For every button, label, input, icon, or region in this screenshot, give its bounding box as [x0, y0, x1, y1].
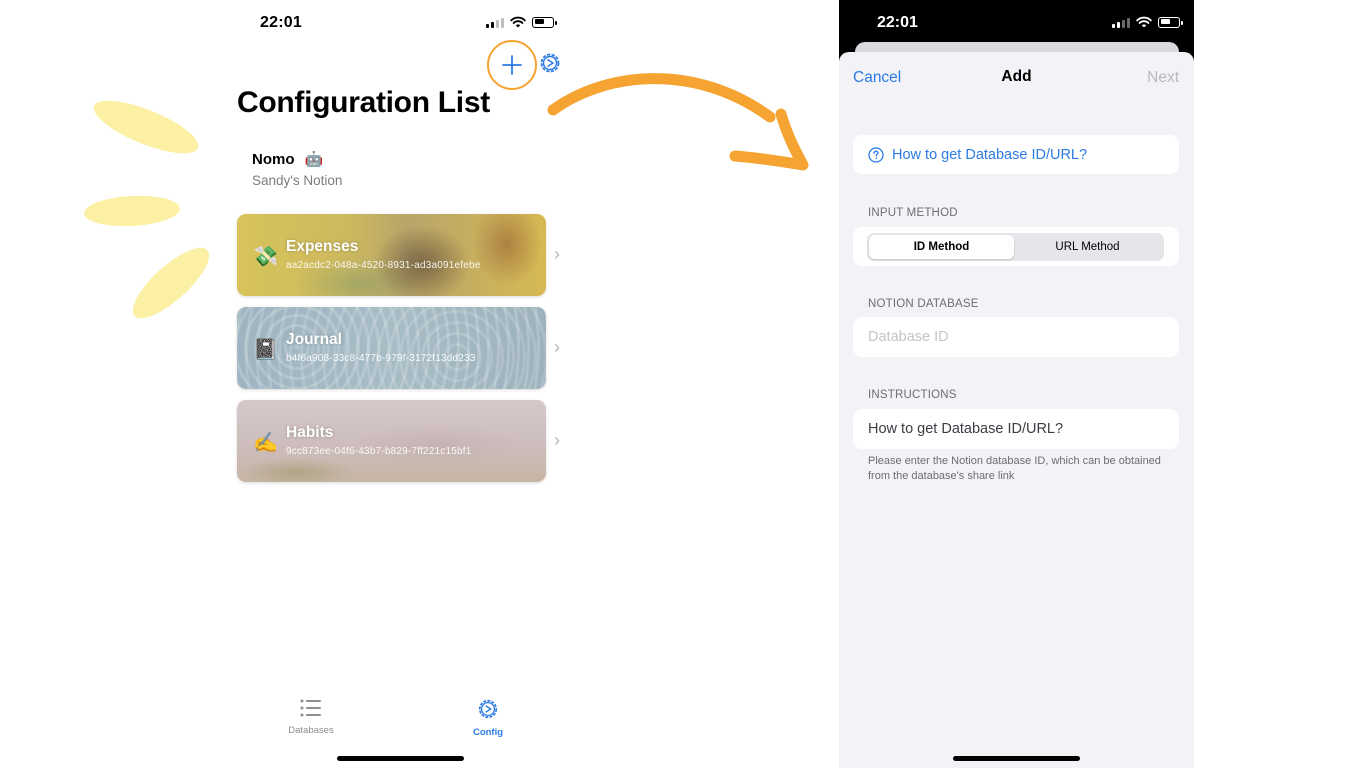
tutorial-canvas: 22:01 Configuration List Nomo 🤖 Sandy's … [0, 0, 1366, 768]
tab-label: Config [472, 727, 504, 738]
section-header-instructions: INSTRUCTIONS [868, 389, 957, 401]
config-card-expenses[interactable]: 💸 Expenses aa2acdc2-048a-4520-8931-ad3a0… [237, 214, 546, 296]
section-header-notion-database: NOTION DATABASE [868, 298, 979, 310]
instructions-row[interactable]: How to get Database ID/URL? [853, 409, 1179, 449]
writing-hand-emoji-icon: ✍️ [253, 432, 278, 454]
card-title: Expenses [286, 238, 359, 255]
battery-icon [1158, 16, 1183, 28]
decor-stroke [87, 90, 205, 164]
card-database-id: aa2acdc2-048a-4520-8931-ad3a091efebe [286, 260, 481, 271]
wifi-icon [510, 16, 526, 28]
configuration-list-screen: 22:01 Configuration List Nomo 🤖 Sandy's … [232, 0, 568, 768]
status-bar: 22:01 [232, 12, 568, 36]
profile-subtitle: Sandy's Notion [252, 173, 343, 188]
decor-stroke [123, 237, 219, 329]
add-configuration-button[interactable] [487, 40, 537, 90]
config-card-habits[interactable]: ✍️ Habits 9cc873ee-04f6-43b7-b829-7ff221… [237, 400, 546, 482]
input-method-row: ID Method URL Method [853, 227, 1179, 266]
notebook-emoji-icon: 📓 [253, 339, 278, 361]
segment-id-method[interactable]: ID Method [869, 235, 1014, 259]
database-id-row [853, 317, 1179, 357]
config-card-journal[interactable]: 📓 Journal b4f6a908-33c8-477b-979f-3172f1… [237, 307, 546, 389]
home-indicator [337, 756, 464, 761]
instructions-footnote: Please enter the Notion database ID, whi… [868, 455, 1161, 482]
help-link-text: How to get Database ID/URL? [892, 146, 1088, 163]
tab-config[interactable]: Config [448, 698, 528, 738]
card-database-id: b4f6a908-33c8-477b-979f-3172f13dd233 [286, 353, 476, 364]
profile-name-label: Nomo [252, 151, 295, 168]
question-circle-icon [868, 146, 884, 163]
chevron-right-icon: › [554, 430, 560, 450]
robot-emoji-icon: 🤖 [304, 151, 324, 168]
tab-bar: Databases Config [232, 692, 568, 742]
add-sheet: Cancel Add Next How to get Database ID/U… [839, 52, 1194, 768]
database-id-input[interactable] [853, 317, 1179, 357]
sheet-title: Add [1001, 68, 1032, 85]
card-title: Journal [286, 331, 342, 348]
home-indicator [953, 756, 1080, 761]
battery-icon [532, 16, 557, 28]
card-title: Habits [286, 424, 334, 441]
chevron-right-icon: › [554, 244, 560, 264]
status-time: 22:01 [877, 14, 918, 31]
section-header-input-method: INPUT METHOD [868, 207, 958, 219]
gear-icon [478, 699, 498, 719]
next-button[interactable]: Next [1147, 69, 1179, 87]
status-time: 22:01 [260, 14, 302, 31]
wifi-icon [1136, 16, 1152, 28]
add-configuration-screen: 22:01 Cancel Add Next How to get Databas… [839, 0, 1194, 768]
orange-arrow-icon [547, 73, 809, 171]
signal-icon [1112, 17, 1130, 28]
page-title: Configuration List [237, 86, 490, 119]
tab-databases[interactable]: Databases [271, 698, 351, 736]
input-method-segmented-control: ID Method URL Method [867, 233, 1164, 261]
chevron-right-icon: › [554, 337, 560, 357]
segment-url-method[interactable]: URL Method [1015, 235, 1160, 259]
decor-stroke [83, 193, 181, 229]
card-database-id: 9cc873ee-04f6-43b7-b829-7ff221c15bf1 [286, 446, 472, 457]
list-icon [300, 699, 321, 717]
signal-icon [486, 17, 504, 28]
plus-icon [502, 55, 522, 75]
profile-name[interactable]: Nomo 🤖 [252, 150, 323, 168]
tab-label: Databases [288, 725, 334, 736]
help-link-row[interactable]: How to get Database ID/URL? [853, 135, 1179, 174]
money-emoji-icon: 💸 [253, 246, 278, 268]
